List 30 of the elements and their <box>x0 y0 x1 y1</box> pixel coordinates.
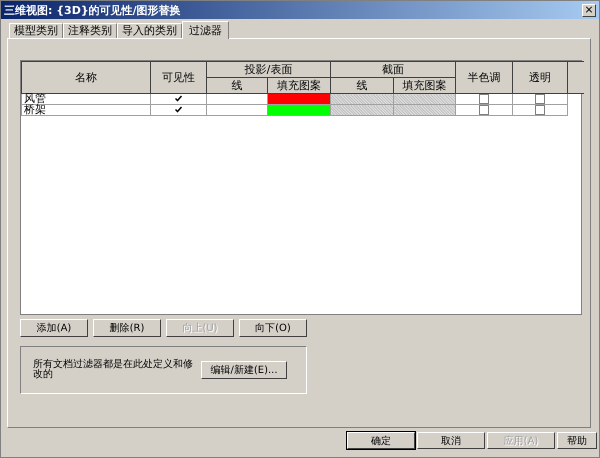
info-text: 所有文档过滤器都是在此处定义和修改的 <box>33 360 194 380</box>
button[interactable]: 帮助 <box>557 432 597 449</box>
tab[interactable]: 注释类别 <box>63 23 117 38</box>
column-header: 截面 <box>330 62 456 78</box>
column-header: 填充图案 <box>268 78 330 94</box>
tab[interactable]: 导入的类别 <box>117 23 182 38</box>
column-header: 可见性 <box>150 62 206 94</box>
column-header: 投影/表面 <box>206 62 330 78</box>
edit-button[interactable]: 编辑/新建(E)... <box>201 361 287 379</box>
tab[interactable]: 过滤器 <box>182 21 229 39</box>
button[interactable]: 取消 <box>417 432 485 449</box>
tab[interactable]: 模型类别 <box>9 23 63 38</box>
table-cell: 风管 <box>22 94 150 105</box>
column-header: 名称 <box>22 62 150 94</box>
column-header: 填充图案 <box>394 78 456 94</box>
column-header: 线 <box>206 78 268 94</box>
checkbox[interactable] <box>535 105 545 116</box>
button[interactable]: 向下(O) <box>239 319 307 337</box>
table-cell: 桥架 <box>22 104 150 116</box>
checkbox[interactable] <box>535 94 545 104</box>
column-header: 半色调 <box>456 62 512 94</box>
close-button[interactable]: × <box>582 4 596 16</box>
checkbox[interactable] <box>479 94 489 104</box>
window-title: 三维视图: {3D}的可见性/图形替换 <box>4 2 181 18</box>
button[interactable]: 确定 <box>347 432 415 449</box>
button[interactable]: 删除(R) <box>93 319 161 337</box>
button[interactable]: 添加(A) <box>20 319 88 337</box>
checkbox[interactable] <box>479 105 489 116</box>
column-header: 线 <box>330 78 394 94</box>
column-header: 透明 <box>512 62 568 94</box>
